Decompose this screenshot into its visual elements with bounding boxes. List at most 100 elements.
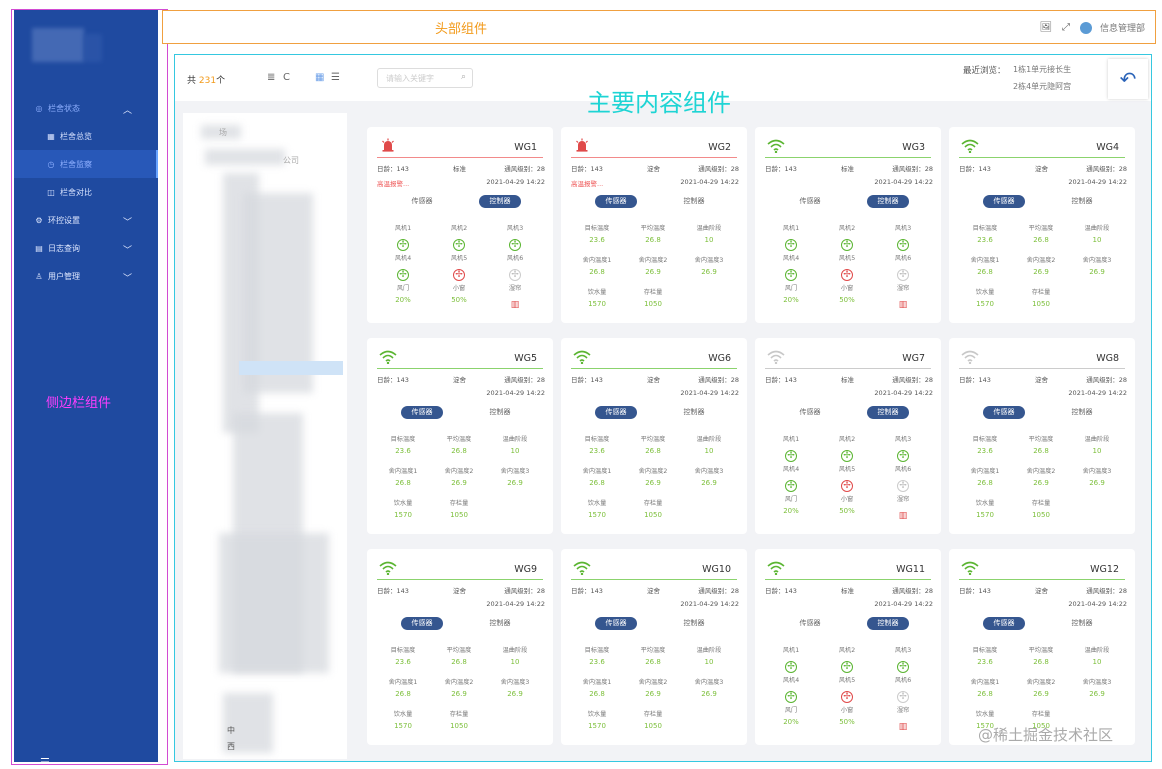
sidebar-item-compare[interactable]: ◫ 栏舍对比 (14, 178, 158, 206)
fan-icon[interactable]: ✢ (897, 480, 909, 492)
tab-sensor[interactable]: 传感器 (401, 617, 443, 630)
fan-icon[interactable]: ✢ (785, 661, 797, 673)
list-view-icon[interactable]: ☰ (331, 72, 340, 83)
tab-sensor[interactable]: 传感器 (983, 406, 1025, 419)
sidebar-item-logs[interactable]: ▤ 日志查询 ﹀ (14, 234, 158, 262)
device-card[interactable]: WG10 日龄：143 淀舍 通风级别：28 2021-04-29 14:22 传感器 控制… (561, 549, 747, 745)
tab-controller[interactable]: 控制器 (479, 195, 521, 208)
fan-icon[interactable]: ✢ (397, 239, 409, 251)
fan-icon[interactable]: ✢ (785, 450, 797, 462)
tab-controller[interactable]: 控制器 (673, 195, 715, 208)
curtain-icon[interactable]: ▥ (511, 300, 520, 310)
tab-controller[interactable]: 控制器 (673, 617, 715, 630)
tab-controller[interactable]: 控制器 (479, 406, 521, 419)
tab-controller[interactable]: 控制器 (867, 617, 909, 630)
curtain-icon[interactable]: ▥ (899, 511, 908, 521)
recent-link-1[interactable]: 1栋1单元接长生 (1013, 64, 1071, 75)
sidebar-item-status[interactable]: ◎ 栏舍状态 ︿ (14, 94, 158, 122)
sidebar-item-settings[interactable]: ⚙ 环控设置 ﹀ (14, 206, 158, 234)
fan-icon[interactable]: ✢ (397, 269, 409, 281)
fan-icon[interactable]: ✢ (785, 480, 797, 492)
tab-sensor[interactable]: 传感器 (401, 406, 443, 419)
recent-link-2[interactable]: 2栋4单元隐阿宫 (1013, 81, 1071, 92)
tree-selected-node[interactable] (239, 361, 343, 375)
fan-icon[interactable]: ✢ (897, 239, 909, 251)
device-card[interactable]: WG9 日龄：143 淀舍 通风级别：28 2021-04-29 14:22 传感器 控制器… (367, 549, 553, 745)
tab-sensor[interactable]: 传感器 (983, 617, 1025, 630)
refresh-icon[interactable]: C (283, 72, 290, 83)
device-card[interactable]: WG8 日龄：143 淀舍 通风级别：28 2021-04-29 14:22 传感器 控制器… (949, 338, 1135, 534)
image-icon[interactable]: 🖼 (1040, 22, 1053, 34)
avatar[interactable] (1079, 21, 1092, 34)
tab-sensor[interactable]: 传感器 (789, 617, 831, 630)
tree-company-label[interactable]: 公司 (283, 155, 299, 166)
tab-controller[interactable]: 控制器 (673, 406, 715, 419)
fan-icon[interactable]: ✢ (785, 691, 797, 703)
fan-icon[interactable]: ✢ (841, 480, 853, 492)
tree-root-label[interactable]: 场 (219, 127, 227, 138)
tab-controller[interactable]: 控制器 (867, 406, 909, 419)
curtain-icon[interactable]: ▥ (899, 300, 908, 310)
device-card[interactable]: WG12 日龄：143 淀舍 通风级别：28 2021-04-29 14:22 传感器 控制… (949, 549, 1135, 745)
fan-icon[interactable]: ✢ (453, 239, 465, 251)
field-label: 平均温度 (1028, 647, 1054, 654)
curtain-icon[interactable]: ▥ (899, 722, 908, 732)
field-label: 存栏量 (643, 500, 663, 507)
sort-icon[interactable]: ≣ (267, 72, 275, 83)
sidebar-item-overview[interactable]: ▦ 栏舍总览 (14, 122, 158, 150)
collapse-menu-icon[interactable]: ☰ (40, 756, 50, 769)
tree-leaf-2[interactable]: 西 (227, 741, 235, 752)
field-label: 目标温度 (584, 225, 610, 232)
fan-icon[interactable]: ✢ (509, 269, 521, 281)
tab-sensor[interactable]: 传感器 (983, 195, 1025, 208)
device-card[interactable]: WG6 日龄：143 淀舍 通风级别：28 2021-04-29 14:22 传感器 控制器… (561, 338, 747, 534)
fan-icon[interactable]: ✢ (785, 269, 797, 281)
fan-icon[interactable]: ✢ (785, 239, 797, 251)
fan-icon[interactable]: ✢ (841, 450, 853, 462)
tab-sensor[interactable]: 传感器 (401, 195, 443, 208)
compare-icon: ◫ (47, 187, 55, 197)
fan-icon[interactable]: ✢ (841, 239, 853, 251)
fan-icon[interactable]: ✢ (897, 269, 909, 281)
device-card[interactable]: WG5 日龄：143 淀舍 通风级别：28 2021-04-29 14:22 传感器 控制器… (367, 338, 553, 534)
fan-icon[interactable]: ✢ (897, 450, 909, 462)
tab-sensor[interactable]: 传感器 (595, 617, 637, 630)
sensor-field: 舍内温度1 26.8 (569, 255, 625, 276)
device-card[interactable]: WG3 日龄：143 标准 通风级别：28 2021-04-29 14:22 传感器 控制器… (755, 127, 941, 323)
card-header: WG5 (377, 346, 543, 368)
device-card[interactable]: WG7 日龄：143 标准 通风级别：28 2021-04-29 14:22 传感器 控制器… (755, 338, 941, 534)
fan-icon[interactable]: ✢ (841, 269, 853, 281)
tab-sensor[interactable]: 传感器 (595, 406, 637, 419)
fan-icon[interactable]: ✢ (509, 239, 521, 251)
tab-controller[interactable]: 控制器 (1061, 617, 1103, 630)
fan-icon[interactable]: ✢ (897, 661, 909, 673)
tab-sensor[interactable]: 传感器 (789, 195, 831, 208)
mode-text: 淀舍 (647, 165, 660, 173)
back-button[interactable]: ↶ (1108, 59, 1148, 99)
collapse-arrows-icon[interactable]: ⤢ (1060, 22, 1072, 34)
fan-icon[interactable]: ✢ (841, 691, 853, 703)
sidebar-item-monitor[interactable]: ◷ 栏舍监察 (14, 150, 158, 178)
device-card[interactable]: WG2 日龄：143 淀舍 通风级别：28 高温报警... 2021-04-29 14:2… (561, 127, 747, 323)
tab-sensor[interactable]: 传感器 (595, 195, 637, 208)
tab-controller[interactable]: 控制器 (479, 617, 521, 630)
sensor-field: 目标温度 23.6 (375, 434, 431, 455)
device-card[interactable]: WG11 日龄：143 标准 通风级别：28 2021-04-29 14:22 传感器 控制… (755, 549, 941, 745)
device-card[interactable]: WG1 日龄：143 标准 通风级别：28 高温报警... 2021-04-29 14:2… (367, 127, 553, 323)
tree-leaf-1[interactable]: 中 (227, 725, 235, 736)
user-name[interactable]: 信息管理部 (1100, 21, 1145, 34)
tab-controller[interactable]: 控制器 (867, 195, 909, 208)
grid-view-icon[interactable]: ▦ (315, 72, 324, 83)
tab-controller[interactable]: 控制器 (1061, 195, 1103, 208)
tab-sensor[interactable]: 传感器 (789, 406, 831, 419)
field-value: 26.8 (451, 658, 467, 666)
fan-icon[interactable]: ✢ (453, 269, 465, 281)
field-label: 舍内温度2 (1026, 468, 1056, 475)
device-card[interactable]: WG4 日龄：143 淀舍 通风级别：28 2021-04-29 14:22 传感器 控制器… (949, 127, 1135, 323)
fan-icon[interactable]: ✢ (841, 661, 853, 673)
sidebar-item-label: 栏舍状态 (48, 103, 80, 113)
search-input[interactable]: 请输入关键字 ⌕ (377, 68, 473, 88)
tab-controller[interactable]: 控制器 (1061, 406, 1103, 419)
sidebar-item-users[interactable]: ♙ 用户管理 ﹀ (14, 262, 158, 290)
fan-icon[interactable]: ✢ (897, 691, 909, 703)
